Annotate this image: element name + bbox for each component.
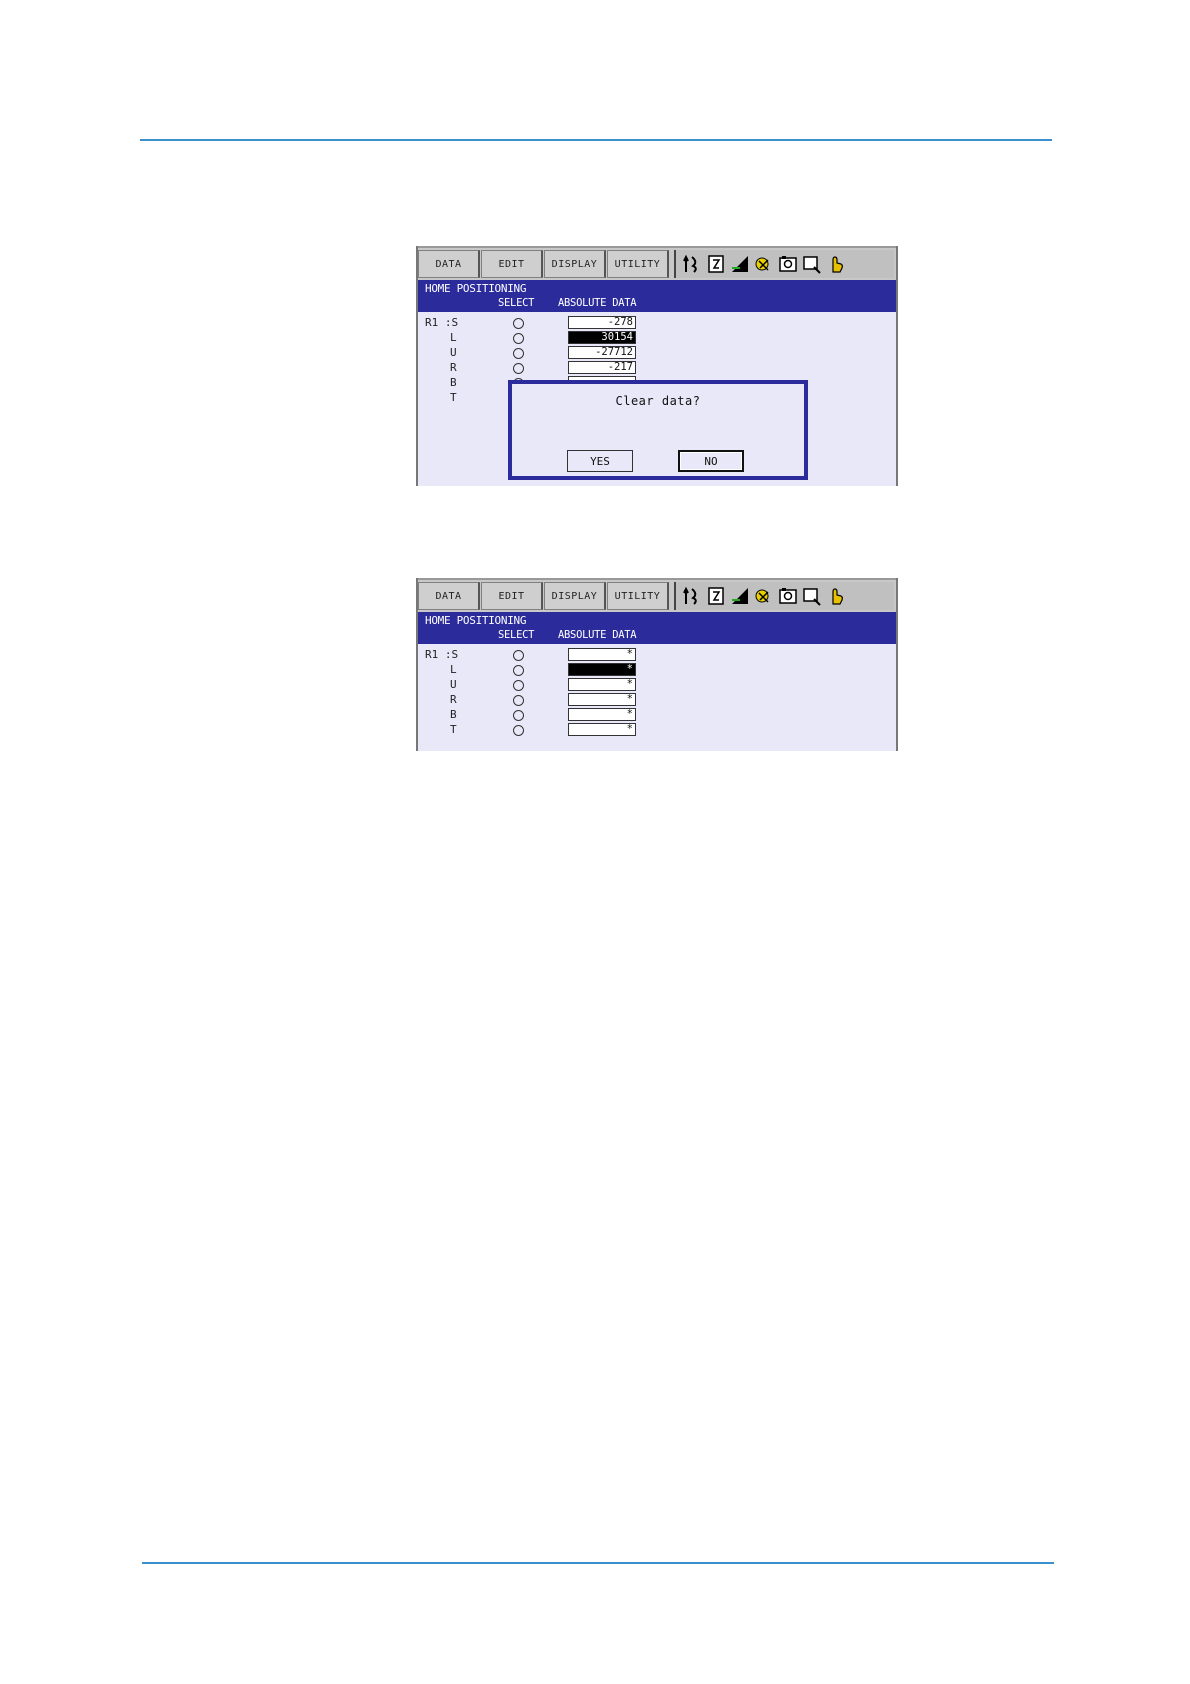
- select-radio[interactable]: [513, 348, 524, 359]
- menu-data-button[interactable]: DATA: [418, 582, 480, 610]
- screen-title: HOME POSITIONING: [425, 282, 527, 295]
- axis-label: R: [450, 361, 457, 374]
- absolute-data-field[interactable]: -217: [568, 361, 636, 374]
- menu-data-button[interactable]: DATA: [418, 250, 480, 278]
- status-icon: [803, 588, 821, 606]
- select-radio[interactable]: [513, 725, 524, 736]
- absolute-data-field-selected[interactable]: 30154: [568, 331, 636, 344]
- no-button[interactable]: NO: [678, 450, 744, 472]
- axis-row: U -27712: [418, 346, 896, 361]
- title-bar: HOME POSITIONING SELECT ABSOLUTE DATA: [418, 280, 896, 312]
- menu-edit-button[interactable]: EDIT: [481, 250, 543, 278]
- axis-label: L: [450, 663, 457, 676]
- clear-data-dialog: Clear data? YES NO: [508, 380, 808, 480]
- axis-label: L: [450, 331, 457, 344]
- header-rule: [140, 139, 1052, 141]
- axis-label: U: [450, 678, 457, 691]
- camera-icon: [779, 256, 797, 272]
- axis-row: R1 :S *: [418, 648, 896, 663]
- axis-label: R: [450, 693, 457, 706]
- menu-utility-button[interactable]: UTILITY: [607, 582, 669, 610]
- status-icon-strip: [674, 250, 894, 278]
- tool-icon: [755, 257, 769, 271]
- signal-icon: [732, 256, 748, 272]
- menu-edit-button[interactable]: EDIT: [481, 582, 543, 610]
- select-radio[interactable]: [513, 363, 524, 374]
- dialog-message: Clear data?: [615, 394, 701, 408]
- menu-bar: DATA EDIT DISPLAY UTILITY: [418, 578, 896, 612]
- axis-label: B: [450, 708, 457, 721]
- select-radio[interactable]: [513, 318, 524, 329]
- menu-display-button[interactable]: DISPLAY: [544, 582, 606, 610]
- page-icon: [708, 255, 724, 273]
- select-radio[interactable]: [513, 680, 524, 691]
- axis-row: T *: [418, 723, 896, 738]
- absolute-data-field[interactable]: *: [568, 693, 636, 706]
- select-radio[interactable]: [513, 650, 524, 661]
- select-radio[interactable]: [513, 665, 524, 676]
- absolute-data-field[interactable]: -278: [568, 316, 636, 329]
- yes-button[interactable]: YES: [567, 450, 633, 472]
- camera-icon: [779, 588, 797, 604]
- axis-row: B *: [418, 708, 896, 723]
- axis-label: R1 :S: [425, 316, 459, 329]
- title-bar: HOME POSITIONING SELECT ABSOLUTE DATA: [418, 612, 896, 644]
- axis-row: R -217: [418, 361, 896, 376]
- axis-label: B: [450, 376, 457, 389]
- absolute-data-field[interactable]: *: [568, 723, 636, 736]
- signal-icon: [732, 588, 748, 604]
- axis-row: L *: [418, 663, 896, 678]
- menu-bar: DATA EDIT DISPLAY UTILITY: [418, 246, 896, 280]
- axis-label: T: [450, 391, 457, 404]
- pendant-screen-clear-prompt: DATA EDIT DISPLAY UTILITY HOME POSITIONI…: [416, 246, 898, 486]
- axis-label: U: [450, 346, 457, 359]
- select-header: SELECT: [498, 297, 535, 309]
- absolute-data-field[interactable]: -27712: [568, 346, 636, 359]
- page-icon: [708, 587, 724, 605]
- select-radio[interactable]: [513, 333, 524, 344]
- axis-label: T: [450, 723, 457, 736]
- absolute-data-header: ABSOLUTE DATA: [558, 629, 637, 641]
- axis-label: R1 :S: [425, 648, 459, 661]
- status-icon: [803, 256, 821, 274]
- absolute-data-header: ABSOLUTE DATA: [558, 297, 637, 309]
- pendant-screen-cleared: DATA EDIT DISPLAY UTILITY HOME POSITIONI…: [416, 578, 898, 751]
- axis-row: R *: [418, 693, 896, 708]
- select-radio[interactable]: [513, 695, 524, 706]
- axis-row: U *: [418, 678, 896, 693]
- absolute-data-field[interactable]: *: [568, 678, 636, 691]
- hand-icon: [832, 256, 843, 273]
- absolute-data-field-selected[interactable]: *: [568, 663, 636, 676]
- status-icon-strip: [674, 582, 894, 610]
- absolute-data-field[interactable]: *: [568, 708, 636, 721]
- footer-rule: [142, 1562, 1054, 1564]
- tool-icon: [755, 589, 769, 603]
- select-header: SELECT: [498, 629, 535, 641]
- screen-title: HOME POSITIONING: [425, 614, 527, 627]
- cursor-icon: [683, 586, 697, 605]
- axis-row: L 30154: [418, 331, 896, 346]
- menu-utility-button[interactable]: UTILITY: [607, 250, 669, 278]
- cursor-icon: [683, 254, 697, 273]
- select-radio[interactable]: [513, 710, 524, 721]
- axis-row: R1 :S -278: [418, 316, 896, 331]
- absolute-data-field[interactable]: *: [568, 648, 636, 661]
- menu-display-button[interactable]: DISPLAY: [544, 250, 606, 278]
- hand-icon: [832, 588, 843, 605]
